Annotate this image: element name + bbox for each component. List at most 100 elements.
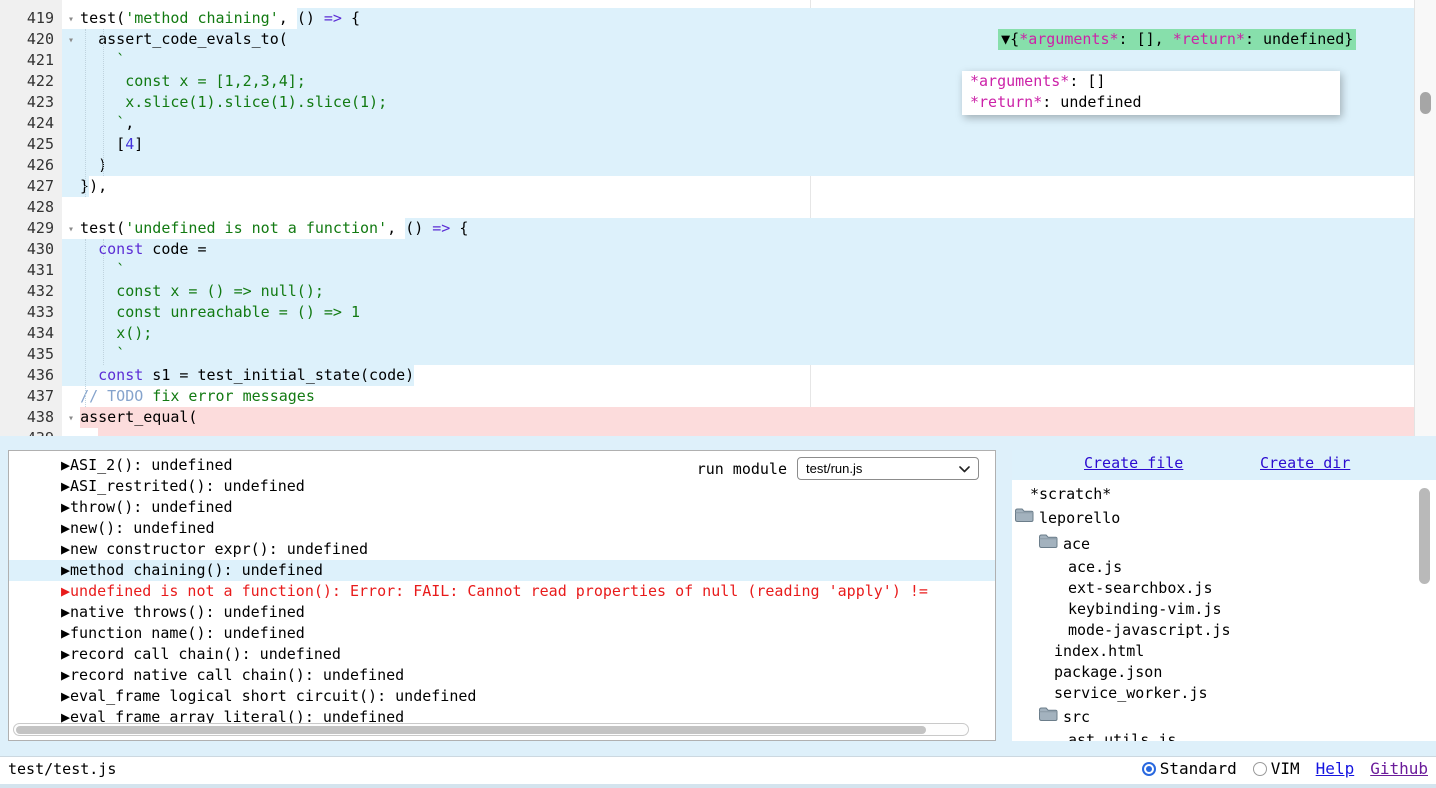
tree-item-src[interactable]: src xyxy=(1012,704,1436,730)
tree-item-keybinding-vim-js[interactable]: keybinding-vim.js xyxy=(1012,599,1436,620)
help-link[interactable]: Help xyxy=(1316,759,1355,778)
line-number[interactable]: 436 xyxy=(0,365,62,386)
line-number[interactable]: 419▾ xyxy=(0,8,62,29)
code-line[interactable]: const s1 = test_initial_state(code) xyxy=(62,365,1414,386)
line-number[interactable]: 426 xyxy=(0,155,62,176)
code-line[interactable] xyxy=(62,428,1414,436)
console-hscrollbar-thumb[interactable] xyxy=(16,726,926,734)
tree-scrollbar-thumb[interactable] xyxy=(1419,488,1430,584)
code-line[interactable] xyxy=(62,197,1414,218)
tree-item-ast-utils-js[interactable]: ast_utils.js xyxy=(1012,730,1436,741)
create-file-link[interactable]: Create file xyxy=(1084,454,1183,472)
line-number[interactable]: 433 xyxy=(0,302,62,323)
code-line[interactable]: // TODO fix error messages xyxy=(62,386,1414,407)
code-token: () xyxy=(297,9,324,27)
console-row[interactable]: ▶method chaining(): undefined xyxy=(9,560,995,581)
line-number[interactable]: 424 xyxy=(0,113,62,134)
console-row[interactable]: ▶eval_frame logical short circuit(): und… xyxy=(9,686,995,707)
console-row[interactable]: ▶record native call chain(): undefined xyxy=(9,665,995,686)
line-number[interactable]: 438▾ xyxy=(0,407,62,428)
line-number-text: 420 xyxy=(27,30,54,48)
line-number-text: 427 xyxy=(27,177,54,195)
code-line[interactable]: const code = xyxy=(62,239,1414,260)
code-token: assert_code_evals_to( xyxy=(62,30,288,48)
line-number[interactable]: 428 xyxy=(0,197,62,218)
line-number-text: 423 xyxy=(27,93,54,111)
console-row[interactable]: ▶new constructor expr(): undefined xyxy=(9,539,995,560)
code-line[interactable]: test('undefined is not a function', () =… xyxy=(62,218,1414,239)
console-row[interactable]: ▶record call chain(): undefined xyxy=(9,644,995,665)
tree-item-package-json[interactable]: package.json xyxy=(1012,662,1436,683)
line-number[interactable]: 430 xyxy=(0,239,62,260)
file-tree-panel[interactable]: *scratch*leporelloaceace.jsext-searchbox… xyxy=(1012,480,1436,741)
code-line[interactable]: }), xyxy=(62,176,1414,197)
highlight-blue-region: ` xyxy=(62,344,1414,365)
tree-item-ext-searchbox-js[interactable]: ext-searchbox.js xyxy=(1012,578,1436,599)
line-number-text: 437 xyxy=(27,387,54,405)
console-row[interactable]: ▶undefined is not a function(): Error: F… xyxy=(9,581,995,602)
fold-arrow-icon[interactable]: ▾ xyxy=(68,30,74,51)
console-row[interactable]: ▶throw(): undefined xyxy=(9,497,995,518)
line-number[interactable]: 420▾ xyxy=(0,29,62,50)
code-token: x.slice(1).slice(1).slice(1); xyxy=(125,93,387,111)
code-token: { xyxy=(450,219,468,237)
code-editor[interactable]: test('method chaining', () => { assert_c… xyxy=(0,0,1436,436)
code-line[interactable]: ` xyxy=(62,260,1414,281)
editor-scrollbar-thumb[interactable] xyxy=(1420,92,1431,114)
tree-item-leporello[interactable]: leporello xyxy=(1012,505,1436,531)
radio-vim-label[interactable]: VIM xyxy=(1271,759,1300,778)
console-panel[interactable]: ▶ASI_2(): undefined▶ASI_restrited(): und… xyxy=(8,450,996,741)
line-number[interactable]: 431 xyxy=(0,260,62,281)
tree-item-mode-javascript-js[interactable]: mode-javascript.js xyxy=(1012,620,1436,641)
fold-arrow-icon[interactable]: ▾ xyxy=(68,9,74,30)
code-token: , xyxy=(279,9,297,27)
line-number[interactable]: 434 xyxy=(0,323,62,344)
line-number[interactable]: 423 xyxy=(0,92,62,113)
tree-item-ace[interactable]: ace xyxy=(1012,531,1436,557)
tree-item-label: ast_utils.js xyxy=(1068,730,1176,741)
line-number[interactable]: 427 xyxy=(0,176,62,197)
line-number[interactable]: 422 xyxy=(0,71,62,92)
line-number[interactable]: 429▾ xyxy=(0,218,62,239)
console-hscrollbar[interactable] xyxy=(13,723,969,736)
line-number[interactable]: 435 xyxy=(0,344,62,365)
line-number[interactable]: 432 xyxy=(0,281,62,302)
code-token: ▼{ xyxy=(1001,30,1019,48)
tree-item-label: package.json xyxy=(1054,662,1162,683)
line-number[interactable]: 425 xyxy=(0,134,62,155)
radio-unselected-icon[interactable] xyxy=(1253,762,1267,776)
create-dir-link[interactable]: Create dir xyxy=(1260,454,1350,472)
keybinding-radio-standard[interactable]: Standard xyxy=(1142,759,1237,778)
line-number[interactable]: 437 xyxy=(0,386,62,407)
code-line[interactable]: assert_equal( xyxy=(62,407,1414,428)
github-link[interactable]: Github xyxy=(1370,759,1428,778)
console-row[interactable]: ▶new(): undefined xyxy=(9,518,995,539)
code-token: : [], xyxy=(1119,30,1173,48)
code-line[interactable]: x(); xyxy=(62,323,1414,344)
radio-selected-icon[interactable] xyxy=(1142,762,1156,776)
line-number-text: 432 xyxy=(27,282,54,300)
tree-item-ace-js[interactable]: ace.js xyxy=(1012,557,1436,578)
code-token xyxy=(62,72,125,90)
code-line[interactable]: const x = () => null(); xyxy=(62,281,1414,302)
console-row[interactable]: ▶function name(): undefined xyxy=(9,623,995,644)
console-row[interactable]: ▶native throws(): undefined xyxy=(9,602,995,623)
run-module-select[interactable]: test/run.js xyxy=(797,457,979,480)
fold-arrow-icon[interactable]: ▾ xyxy=(68,408,74,429)
line-number[interactable]: 421 xyxy=(0,50,62,71)
line-number[interactable]: 439 xyxy=(0,428,62,436)
tooltip-header[interactable]: ▼{*arguments*: [], *return*: undefined} xyxy=(998,29,1356,50)
code-line[interactable]: const unreachable = () => 1 xyxy=(62,302,1414,323)
tree-item-index-html[interactable]: index.html xyxy=(1012,641,1436,662)
tree-item--scratch-[interactable]: *scratch* xyxy=(1012,484,1436,505)
fold-arrow-icon[interactable]: ▾ xyxy=(68,219,74,240)
editor-gutter[interactable]: 419▾420▾421422423424425426427428429▾4304… xyxy=(0,0,62,436)
tree-item-service-worker-js[interactable]: service_worker.js xyxy=(1012,683,1436,704)
code-line[interactable]: ` xyxy=(62,344,1414,365)
code-line[interactable]: ) xyxy=(62,155,1414,176)
line-number-text: 438 xyxy=(27,408,54,426)
keybinding-radio-vim[interactable]: VIM xyxy=(1253,759,1300,778)
radio-standard-label[interactable]: Standard xyxy=(1160,759,1237,778)
code-token xyxy=(62,240,98,258)
editor-scrollbar[interactable] xyxy=(1414,0,1436,436)
